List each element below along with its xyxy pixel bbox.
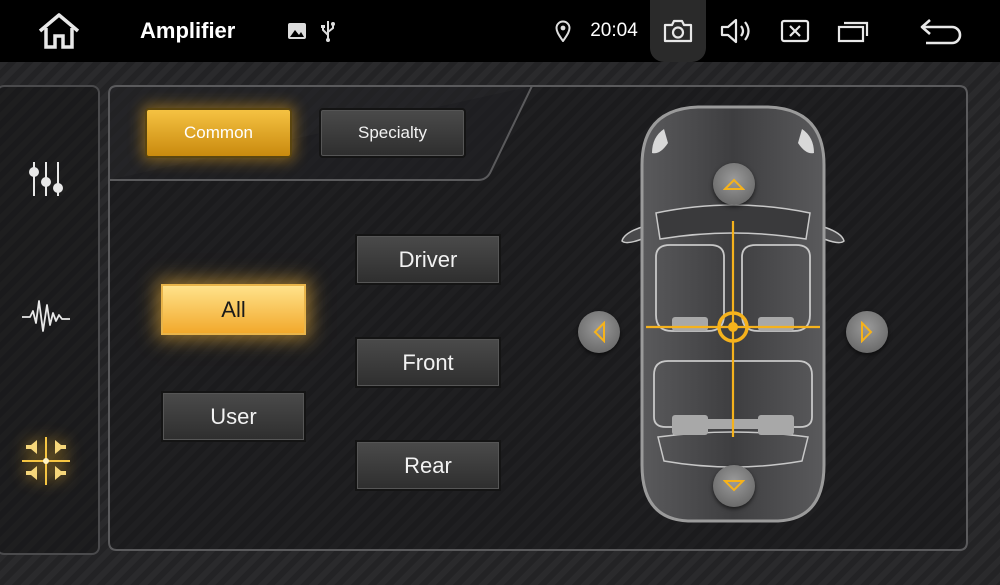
arrow-up-icon [723, 178, 745, 190]
position-all-button[interactable]: All [161, 284, 306, 335]
home-button[interactable] [30, 0, 88, 62]
sidebar-item-sound-effect[interactable] [18, 287, 74, 343]
clock: 20:04 [590, 20, 638, 41]
image-icon [284, 0, 310, 62]
arrow-right-icon [861, 321, 873, 343]
balance-down-button[interactable] [713, 465, 755, 507]
sidebar-item-balance[interactable] [18, 433, 74, 489]
home-icon [38, 13, 80, 49]
volume-icon [720, 18, 750, 44]
sidebar [0, 85, 100, 555]
back-icon [920, 19, 962, 45]
page-title: Amplifier [140, 18, 236, 43]
tab-common[interactable]: Common [145, 108, 292, 158]
camera-icon [663, 19, 693, 43]
balance-right-button[interactable] [846, 311, 888, 353]
balance-left-button[interactable] [578, 311, 620, 353]
position-user-button[interactable]: User [161, 391, 306, 442]
speaker-balance-icon [22, 437, 70, 485]
usb-icon [316, 0, 340, 62]
sidebar-item-equalizer[interactable] [18, 151, 74, 207]
position-rear-button[interactable]: Rear [355, 440, 501, 491]
position-front-button[interactable]: Front [355, 337, 501, 388]
amplifier-panel: Common Specialty All User Driver Front R… [108, 85, 968, 551]
arrow-down-icon [723, 480, 745, 492]
screenshot-button[interactable] [650, 0, 706, 62]
back-button[interactable] [914, 0, 968, 62]
balance-up-button[interactable] [713, 163, 755, 205]
multi-window-icon [837, 21, 869, 43]
tab-specialty[interactable]: Specialty [319, 108, 466, 158]
waveform-icon [22, 300, 70, 332]
arrow-left-icon [593, 321, 605, 343]
status-bar: Amplifier 20:04 [0, 0, 1000, 62]
close-app-button[interactable] [776, 0, 814, 62]
volume-button[interactable] [716, 0, 756, 62]
equalizer-sliders-icon [29, 162, 63, 196]
close-window-icon [780, 19, 810, 43]
position-driver-button[interactable]: Driver [355, 234, 501, 285]
location-icon [552, 0, 574, 62]
recent-apps-button[interactable] [834, 0, 874, 62]
